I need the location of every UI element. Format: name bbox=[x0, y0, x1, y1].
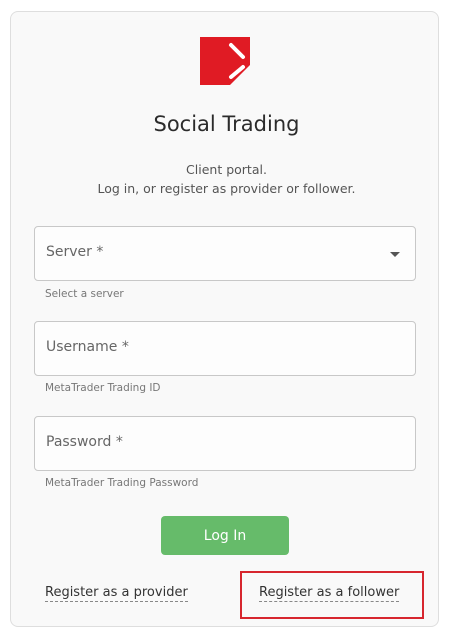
login-button[interactable]: Log In bbox=[161, 516, 289, 555]
username-helper-text: MetaTrader Trading ID bbox=[45, 382, 161, 394]
server-helper-text: Select a server bbox=[45, 288, 124, 300]
server-label: Server * bbox=[46, 244, 104, 260]
register-provider-link[interactable]: Register as a provider bbox=[45, 585, 188, 602]
page-title: Social Trading bbox=[153, 112, 300, 136]
subtitle-line-1: Client portal. bbox=[186, 162, 267, 177]
password-input[interactable]: Password * bbox=[34, 416, 416, 471]
register-follower-link[interactable]: Register as a follower bbox=[259, 585, 400, 602]
chevron-down-icon[interactable] bbox=[390, 252, 400, 257]
social-trading-logo-icon bbox=[200, 37, 250, 85]
username-label: Username * bbox=[46, 339, 129, 355]
subtitle-line-2: Log in, or register as provider or follo… bbox=[97, 181, 356, 196]
page-subtitle: Client portal. Log in, or register as pr… bbox=[0, 160, 453, 198]
password-label: Password * bbox=[46, 434, 123, 450]
server-select[interactable]: Server * bbox=[34, 226, 416, 281]
password-helper-text: MetaTrader Trading Password bbox=[45, 477, 199, 489]
username-input[interactable]: Username * bbox=[34, 321, 416, 376]
